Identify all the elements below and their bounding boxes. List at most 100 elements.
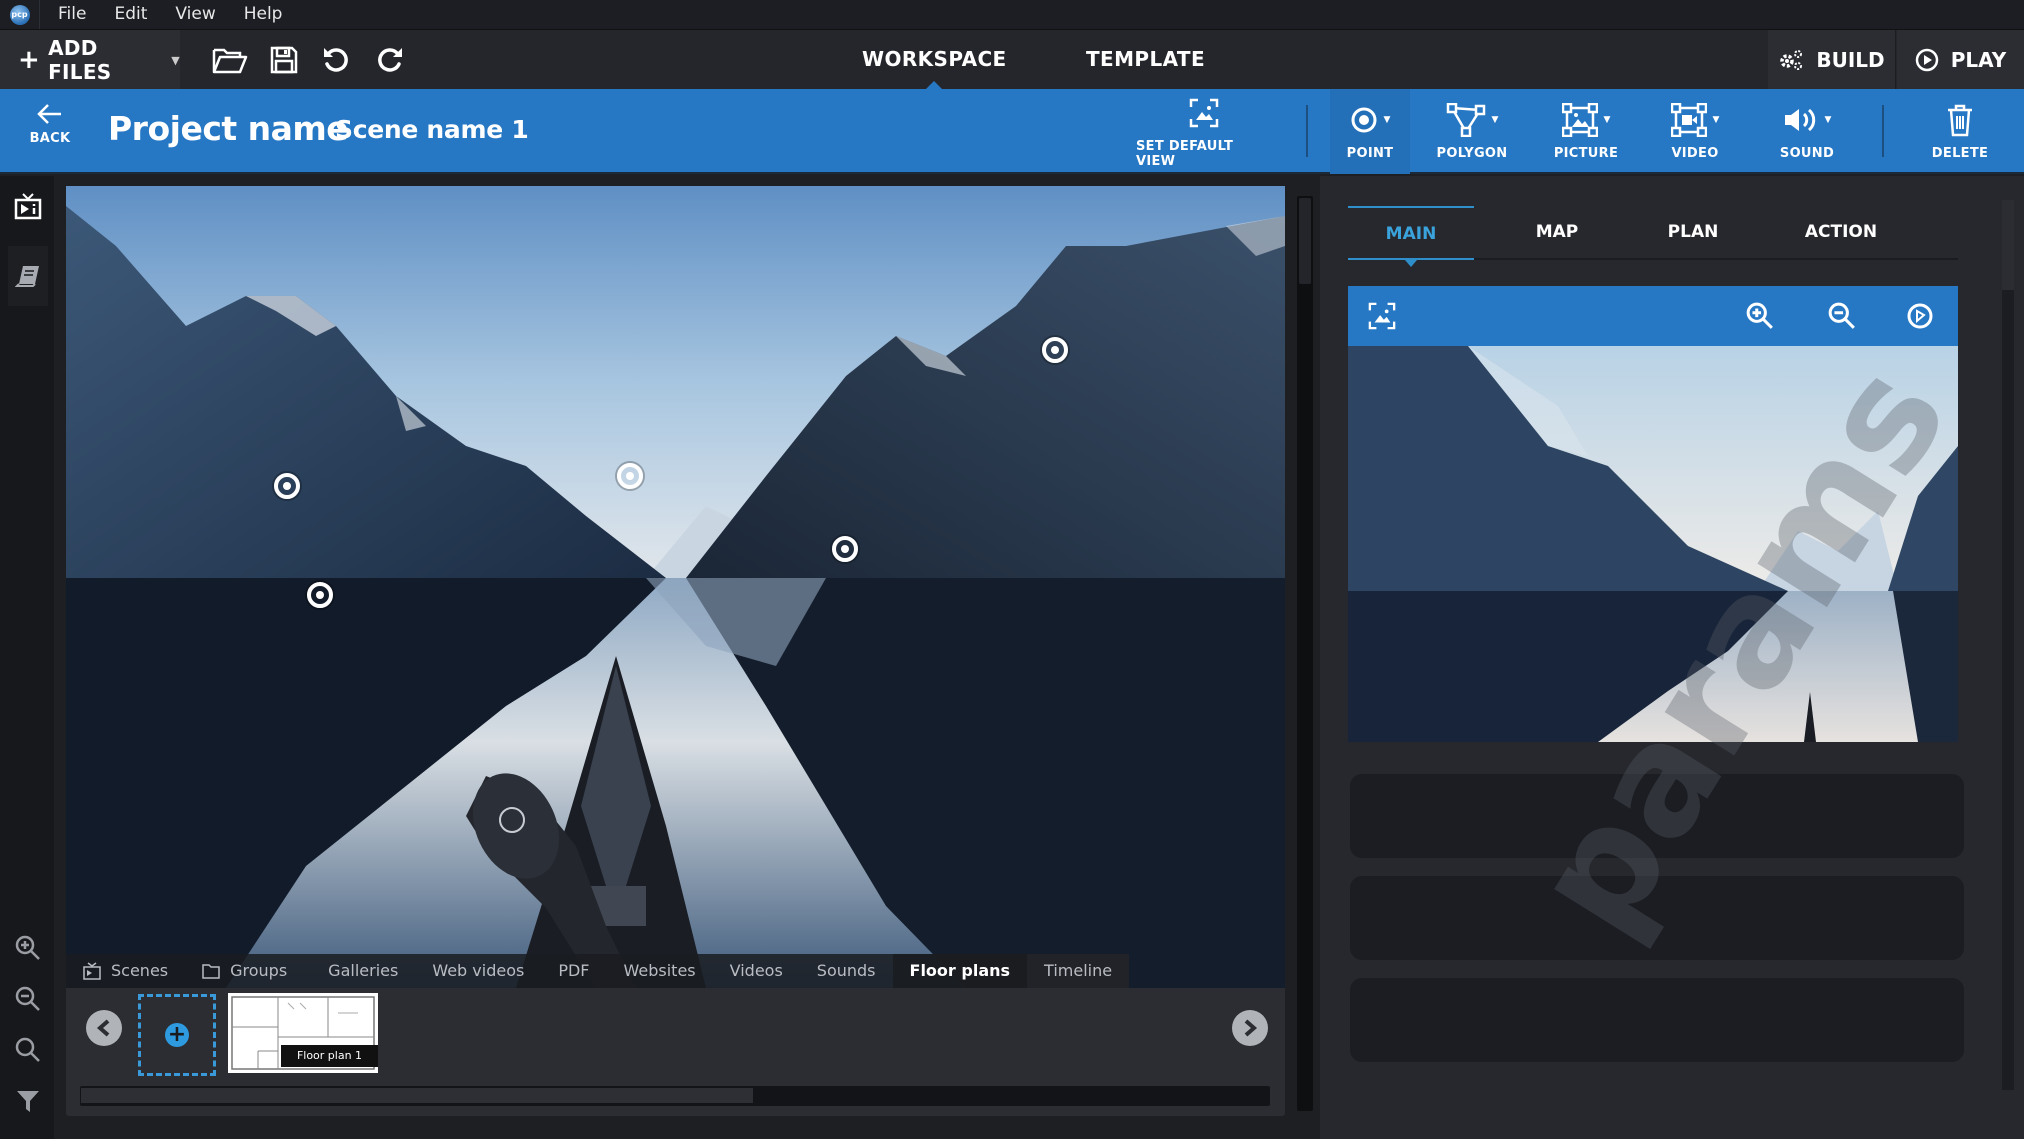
breadcrumb-separator: › [307, 123, 313, 138]
lib-tab-scenes[interactable]: Scenes [66, 954, 185, 988]
rail-zoom-in-button[interactable] [8, 928, 48, 968]
tab-workspace[interactable]: WORKSPACE [862, 30, 1007, 91]
gears-icon [1780, 50, 1803, 70]
save-button[interactable] [266, 43, 302, 77]
lib-tab-websites[interactable]: Websites [607, 954, 713, 988]
preview-zoom-in-button[interactable] [1744, 300, 1776, 332]
hotspot-point[interactable] [831, 535, 858, 562]
lib-tab-galleries[interactable]: Galleries [304, 954, 415, 988]
menu-file[interactable]: File [44, 0, 100, 29]
menu-edit[interactable]: Edit [100, 0, 161, 29]
preview-compass-button[interactable] [1904, 300, 1936, 332]
lib-tab-sounds[interactable]: Sounds [800, 954, 893, 988]
scene-preview-image [1348, 346, 1958, 742]
delete-label: DELETE [1931, 146, 1989, 161]
tab-main[interactable]: MAIN [1348, 206, 1474, 267]
chevron-left-icon [96, 1019, 110, 1037]
set-view-icon [1368, 302, 1396, 330]
rail-book-button[interactable] [8, 246, 48, 306]
hotspot-point[interactable] [306, 582, 333, 609]
scene-preview[interactable] [1348, 346, 1958, 742]
compass-icon [1907, 303, 1933, 329]
caret-down-icon: ▼ [171, 53, 180, 67]
rail-search-button[interactable] [8, 1030, 48, 1070]
scrollbar-thumb[interactable] [81, 1088, 753, 1103]
set-default-view-button[interactable]: SET DEFAULT VIEW [1136, 89, 1272, 174]
play-label: PLAY [1950, 48, 2007, 72]
open-folder-button[interactable] [212, 43, 248, 77]
dropdown-caret-icon: ▼ [1383, 115, 1391, 125]
rail-zoom-out-button[interactable] [8, 979, 48, 1019]
video-icon [1670, 103, 1707, 137]
rail-filter-button[interactable] [8, 1081, 48, 1121]
lib-tab-pdf[interactable]: PDF [541, 954, 606, 988]
scrollbar-thumb[interactable] [1299, 198, 1311, 284]
lib-tab-web-videos[interactable]: Web videos [415, 954, 541, 988]
tab-map[interactable]: MAP [1494, 206, 1620, 260]
param-row[interactable] [1350, 876, 1964, 960]
tab-template[interactable]: TEMPLATE [1086, 30, 1205, 90]
canvas-vertical-scrollbar[interactable] [1297, 196, 1313, 1111]
scrollbar-thumb[interactable] [2002, 200, 2014, 290]
lib-tab-label: Groups [230, 961, 288, 980]
library-horizontal-scrollbar[interactable] [80, 1086, 1270, 1106]
floor-plan-caption: Floor plan 1 [281, 1045, 378, 1067]
param-row[interactable] [1350, 774, 1964, 858]
add-files-button[interactable]: + ADD FILES ▼ [0, 30, 180, 90]
redo-icon [378, 48, 402, 72]
menu-view[interactable]: View [161, 0, 229, 29]
plus-icon: + [18, 45, 41, 75]
app-logo-icon: pcp [9, 4, 30, 25]
menu-bar: pcp File Edit View Help [0, 0, 2024, 29]
panorama-viewport[interactable] [66, 186, 1285, 988]
back-button[interactable]: BACK [28, 103, 72, 163]
menu-help[interactable]: Help [230, 0, 297, 29]
tab-plan[interactable]: PLAN [1630, 206, 1756, 260]
library-prev-button[interactable] [86, 1010, 122, 1046]
play-button[interactable]: PLAY [1897, 30, 2024, 90]
set-view-icon [1189, 98, 1219, 127]
tool-picture[interactable]: ▼ PICTURE [1540, 89, 1632, 174]
hotspot-point[interactable] [1041, 336, 1068, 363]
add-floor-plan-button[interactable]: + [138, 994, 216, 1076]
delete-button[interactable]: DELETE [1920, 89, 2000, 174]
hotspot-point[interactable] [273, 472, 300, 499]
dropdown-caret-icon: ▼ [1712, 115, 1720, 125]
lib-tab-timeline[interactable]: Timeline [1027, 954, 1130, 988]
tab-action[interactable]: ACTION [1778, 206, 1904, 260]
lib-tab-videos[interactable]: Videos [713, 954, 800, 988]
zoom-out-icon [1828, 302, 1855, 329]
trash-icon [1948, 104, 1972, 137]
chevron-right-icon [1244, 1019, 1258, 1037]
properties-tabs: MAIN MAP PLAN ACTION [1348, 206, 1958, 267]
preview-zoom-out-button[interactable] [1826, 300, 1858, 332]
undo-button[interactable] [318, 43, 354, 77]
tool-point[interactable]: ▼ POINT [1330, 89, 1410, 174]
scene-header: BACK Project name › Scene name 1 SET DEF… [0, 89, 2024, 174]
scene-name[interactable]: Scene name 1 [335, 115, 529, 144]
back-label: BACK [29, 131, 71, 146]
panorama-image [66, 186, 1285, 988]
tool-polygon[interactable]: ▼ POLYGON [1428, 89, 1516, 174]
left-rail [0, 176, 54, 1139]
picture-icon [1561, 103, 1598, 137]
library-next-button[interactable] [1232, 1010, 1268, 1046]
folder-icon [202, 964, 220, 979]
floor-plan-thumbnail[interactable]: Floor plan 1 [228, 993, 378, 1073]
redo-button[interactable] [372, 43, 408, 77]
panel-scrollbar[interactable] [2002, 200, 2014, 1090]
param-row[interactable] [1350, 978, 1964, 1062]
save-icon [270, 46, 298, 74]
app-logo: pcp [0, 0, 40, 29]
preview-set-view-button[interactable] [1366, 300, 1398, 332]
build-button[interactable]: BUILD [1768, 30, 1896, 90]
filter-icon [17, 1091, 39, 1112]
lib-tab-groups[interactable]: Groups [185, 954, 304, 988]
lib-tab-label: Scenes [111, 961, 169, 980]
rail-scenes-button[interactable] [8, 186, 48, 226]
tool-video[interactable]: ▼ VIDEO [1652, 89, 1738, 174]
tool-sound[interactable]: ▼ SOUND [1766, 89, 1848, 174]
toolbar-divider [1882, 105, 1884, 157]
lib-tab-floor-plans[interactable]: Floor plans [892, 954, 1028, 988]
scenes-tv-icon [14, 193, 42, 220]
